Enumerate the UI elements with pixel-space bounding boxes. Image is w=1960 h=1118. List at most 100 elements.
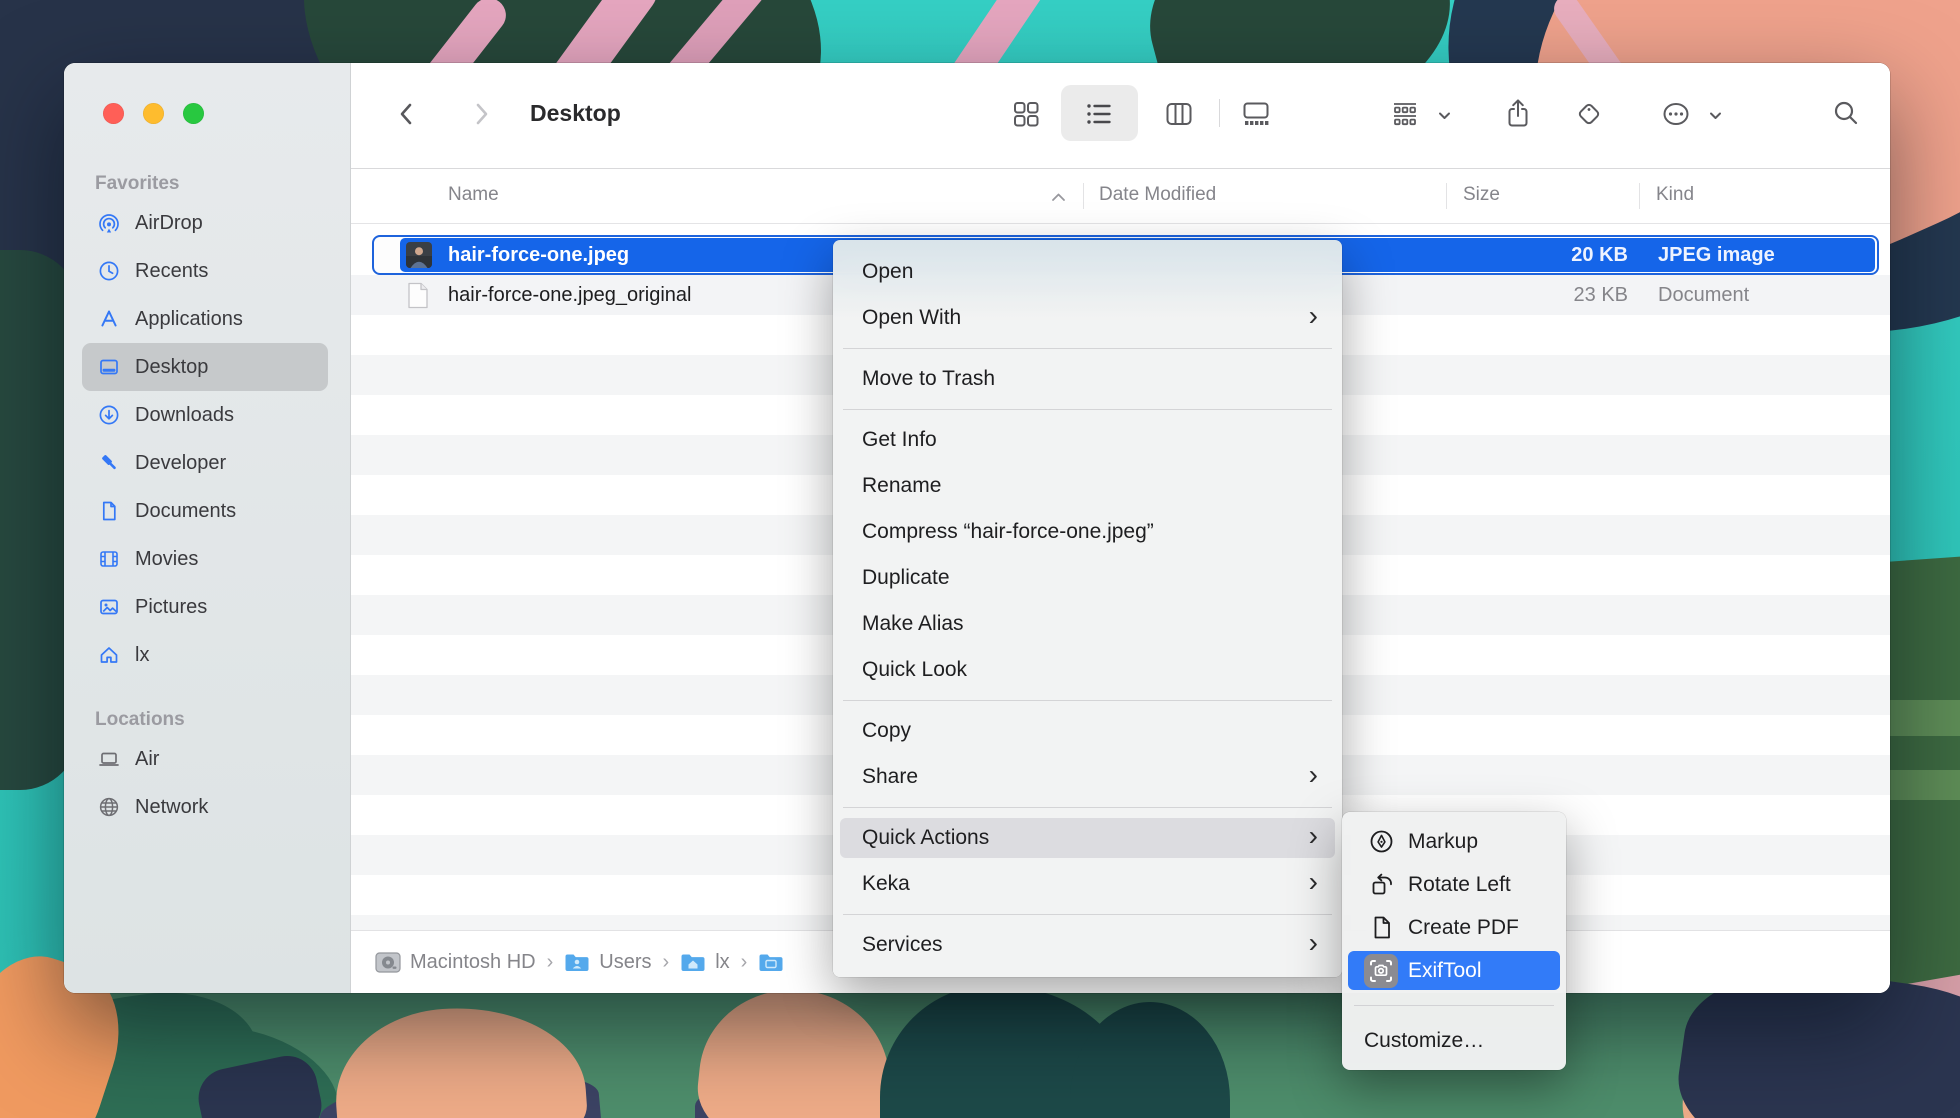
submenu-chevron-icon: › xyxy=(1309,759,1318,791)
window-title: Desktop xyxy=(530,100,621,127)
sidebar-item-label: Documents xyxy=(135,500,236,523)
close-button[interactable] xyxy=(103,103,124,124)
desktop: Favorites AirDrop Rec xyxy=(0,0,1960,1118)
breadcrumb-segment[interactable]: Users xyxy=(599,951,651,974)
column-separator[interactable] xyxy=(1446,183,1447,209)
sidebar-item-recents[interactable]: Recents xyxy=(82,247,328,295)
sidebar-item-movies[interactable]: Movies xyxy=(82,535,328,583)
context-menu: Open Open With › Move to Trash Get Info … xyxy=(833,240,1342,977)
view-columns-button[interactable] xyxy=(1163,98,1195,130)
column-header-date-modified[interactable]: Date Modified xyxy=(1099,184,1216,206)
submenu-item-markup[interactable]: Markup xyxy=(1342,820,1566,863)
share-button[interactable] xyxy=(1502,96,1534,130)
menu-item-quick-actions[interactable]: Quick Actions › xyxy=(833,815,1342,861)
menu-item-compress[interactable]: Compress “hair-force-one.jpeg” xyxy=(833,509,1342,555)
hard-disk-icon xyxy=(375,952,401,973)
submenu-item-create-pdf[interactable]: Create PDF xyxy=(1342,906,1566,949)
sidebar-item-downloads[interactable]: Downloads xyxy=(82,391,328,439)
view-grid-button[interactable] xyxy=(1010,98,1042,130)
jpeg-thumbnail-icon xyxy=(406,242,432,268)
sidebar-item-airdrop[interactable]: AirDrop xyxy=(82,199,328,247)
column-header-name[interactable]: Name xyxy=(448,184,499,206)
menu-separator xyxy=(843,700,1332,701)
folder-home-icon xyxy=(680,952,706,973)
sidebar-item-air[interactable]: Air xyxy=(82,735,328,783)
minimize-button[interactable] xyxy=(143,103,164,124)
view-group-separator xyxy=(1219,99,1220,127)
menu-item-copy[interactable]: Copy xyxy=(833,708,1342,754)
column-header-kind[interactable]: Kind xyxy=(1656,184,1694,206)
sidebar-item-label: Desktop xyxy=(135,356,208,379)
menu-item-quick-look[interactable]: Quick Look xyxy=(833,647,1342,693)
hammer-icon xyxy=(97,451,121,475)
menu-item-get-info[interactable]: Get Info xyxy=(833,417,1342,463)
group-by-button[interactable] xyxy=(1389,98,1421,130)
create-pdf-icon xyxy=(1364,911,1398,945)
sidebar-item-network[interactable]: Network xyxy=(82,783,328,831)
menu-separator xyxy=(843,807,1332,808)
download-circle-icon xyxy=(97,403,121,427)
forward-button[interactable] xyxy=(465,98,497,130)
file-name: hair-force-one.jpeg_original xyxy=(448,275,691,315)
view-list-button[interactable] xyxy=(1083,98,1115,130)
menu-separator xyxy=(1354,1005,1554,1006)
breadcrumb-separator: › xyxy=(661,951,672,974)
photo-icon xyxy=(97,595,121,619)
sidebar-item-developer[interactable]: Developer xyxy=(82,439,328,487)
menu-item-share[interactable]: Share › xyxy=(833,754,1342,800)
breadcrumb-segment[interactable]: lx xyxy=(715,951,729,974)
menu-item-make-alias[interactable]: Make Alias xyxy=(833,601,1342,647)
document-icon xyxy=(97,499,121,523)
sidebar-item-label: lx xyxy=(135,644,149,667)
breadcrumb-separator: › xyxy=(545,951,556,974)
desktop-icon xyxy=(97,355,121,379)
rotate-left-icon xyxy=(1364,868,1398,902)
sidebar-item-label: Network xyxy=(135,796,208,819)
back-button[interactable] xyxy=(391,98,423,130)
sidebar-item-label: Pictures xyxy=(135,596,207,619)
sidebar: Favorites AirDrop Rec xyxy=(64,63,351,993)
menu-separator xyxy=(843,348,1332,349)
file-size: 23 KB xyxy=(1446,275,1628,315)
breadcrumb-separator: › xyxy=(739,951,750,974)
more-actions-button[interactable] xyxy=(1660,98,1692,130)
toolbar: Desktop xyxy=(351,63,1890,169)
zoom-button[interactable] xyxy=(183,103,204,124)
sidebar-item-applications[interactable]: Applications xyxy=(82,295,328,343)
more-actions-chevron-icon xyxy=(1707,107,1723,123)
menu-item-duplicate[interactable]: Duplicate xyxy=(833,555,1342,601)
globe-icon xyxy=(97,795,121,819)
search-button[interactable] xyxy=(1830,97,1862,129)
tags-button[interactable] xyxy=(1573,98,1605,130)
group-by-chevron-icon xyxy=(1436,107,1452,123)
submenu-chevron-icon: › xyxy=(1309,927,1318,959)
submenu-item-customize[interactable]: Customize… xyxy=(1342,1019,1566,1062)
sidebar-item-desktop[interactable]: Desktop xyxy=(82,343,328,391)
breadcrumb-segment[interactable]: Macintosh HD xyxy=(410,951,536,974)
home-icon xyxy=(97,643,121,667)
applications-icon xyxy=(97,307,121,331)
menu-item-open-with[interactable]: Open With › xyxy=(833,295,1342,341)
menu-item-open[interactable]: Open xyxy=(833,249,1342,295)
sidebar-item-label: Applications xyxy=(135,308,243,331)
menu-item-services[interactable]: Services › xyxy=(833,922,1342,968)
view-gallery-button[interactable] xyxy=(1240,98,1272,130)
menu-item-move-to-trash[interactable]: Move to Trash xyxy=(833,356,1342,402)
sidebar-item-label: Air xyxy=(135,748,159,771)
sidebar-item-documents[interactable]: Documents xyxy=(82,487,328,535)
airdrop-icon xyxy=(97,211,121,235)
sidebar-item-home-lx[interactable]: lx xyxy=(82,631,328,679)
submenu-item-rotate-left[interactable]: Rotate Left xyxy=(1342,863,1566,906)
submenu-chevron-icon: › xyxy=(1309,820,1318,852)
column-separator[interactable] xyxy=(1639,183,1640,209)
folder-users-icon xyxy=(564,952,590,973)
column-separator[interactable] xyxy=(1083,183,1084,209)
submenu-item-exiftool[interactable]: ExifTool xyxy=(1342,949,1566,992)
submenu-chevron-icon: › xyxy=(1309,866,1318,898)
sidebar-section-locations: Locations xyxy=(95,709,350,731)
column-header-size[interactable]: Size xyxy=(1463,184,1500,206)
sidebar-item-pictures[interactable]: Pictures xyxy=(82,583,328,631)
menu-item-rename[interactable]: Rename xyxy=(833,463,1342,509)
sidebar-item-label: Developer xyxy=(135,452,226,475)
menu-item-keka[interactable]: Keka › xyxy=(833,861,1342,907)
